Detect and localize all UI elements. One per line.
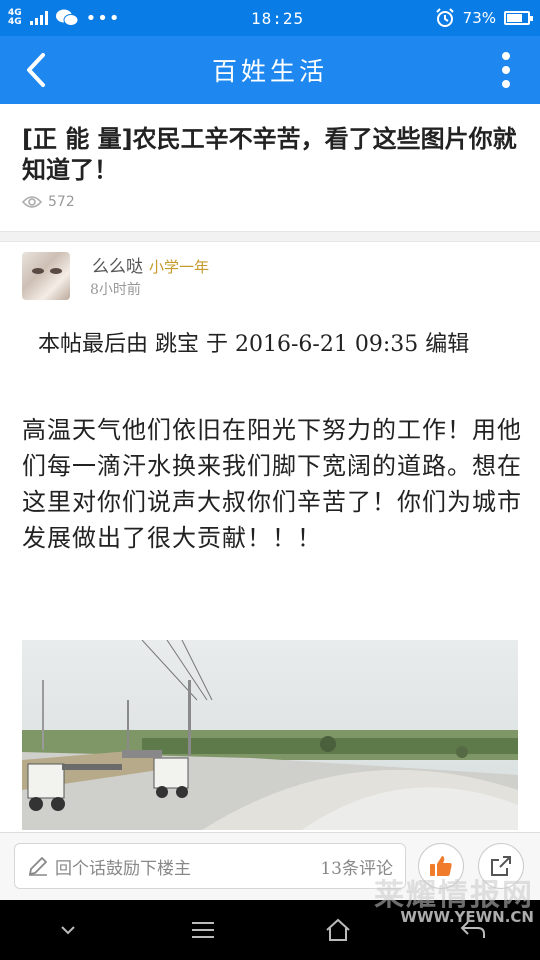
post-time: 8小时前 <box>90 282 141 298</box>
back-icon <box>460 921 485 938</box>
page-title: 百姓生活 <box>211 57 328 86</box>
nav-back-button[interactable] <box>443 900 503 960</box>
author-name[interactable]: 么么哒 小学一年 <box>92 252 209 277</box>
battery-percent: 73% <box>462 9 496 27</box>
comment-bar: 回个话鼓励下楼主 13条评论 <box>0 832 540 900</box>
avatar-eye <box>32 268 44 274</box>
battery-icon <box>504 11 533 25</box>
view-count-label: 572 <box>48 194 75 210</box>
nav-collapse-button[interactable] <box>38 900 98 960</box>
more-options-button[interactable] <box>486 46 526 94</box>
network-indicator: 4G 4G <box>8 9 22 27</box>
construction-photo <box>22 640 518 830</box>
more-vertical-icon <box>502 52 510 60</box>
back-arrow-icon <box>27 53 45 87</box>
battery-fill <box>507 14 522 22</box>
view-count: 572 <box>22 194 518 210</box>
comment-placeholder: 回个话鼓励下楼主 <box>55 858 191 879</box>
comment-input[interactable]: 回个话鼓励下楼主 13条评论 <box>14 843 406 889</box>
nav-menu-button[interactable] <box>173 900 233 960</box>
status-right: 73% <box>435 8 533 28</box>
more-notifications-icon: ••• <box>85 7 121 29</box>
chevron-down-icon <box>60 926 75 935</box>
alarm-icon <box>435 8 454 27</box>
post-content: 本帖最后由 跳宝 于 2016-6-21 09:35 编辑 高温天气他们依旧在阳… <box>22 327 522 556</box>
more-dot <box>502 66 510 74</box>
network-2-label: 4G <box>8 17 22 27</box>
nav-home-button[interactable] <box>308 900 368 960</box>
post-body: 高温天气他们依旧在阳光下努力的工作！用他们每一滴汗水换来我们脚下宽阔的道路。想在… <box>22 416 522 552</box>
author-name-label: 么么哒 <box>92 257 143 277</box>
avatar-eye <box>50 268 62 274</box>
home-icon <box>325 918 350 941</box>
back-button[interactable] <box>16 50 56 90</box>
share-icon <box>491 856 511 876</box>
wechat-icon <box>55 9 78 26</box>
comment-count[interactable]: 13条评论 <box>320 854 393 879</box>
more-dot <box>502 80 510 88</box>
system-nav-bar <box>0 900 540 960</box>
author-row: 么么哒 小学一年 8小时前 <box>22 252 522 304</box>
avatar[interactable] <box>22 252 70 300</box>
menu-icon <box>191 922 214 938</box>
post-image[interactable] <box>22 640 518 830</box>
share-button[interactable] <box>478 843 524 889</box>
thumbs-up-icon <box>430 856 452 876</box>
post-title: [正 能 量]农民工辛不辛苦，看了这些图片你就知道了！ <box>22 125 517 184</box>
app-bar: 百姓生活 <box>0 36 540 104</box>
clock: 18:25 <box>251 8 305 28</box>
status-bar: 4G 4G ••• 18:25 73% <box>0 0 540 36</box>
status-left: 4G 4G ••• <box>8 8 121 29</box>
signal-icon <box>29 11 48 25</box>
post-header: [正 能 量]农民工辛不辛苦，看了这些图片你就知道了！ 572 <box>0 104 540 232</box>
section-divider <box>0 232 540 242</box>
like-button[interactable] <box>418 843 464 889</box>
edit-note: 本帖最后由 跳宝 于 2016-6-21 09:35 编辑 <box>38 332 470 357</box>
author-level: 小学一年 <box>149 258 210 276</box>
eye-icon <box>22 196 42 208</box>
pencil-icon <box>29 857 47 876</box>
